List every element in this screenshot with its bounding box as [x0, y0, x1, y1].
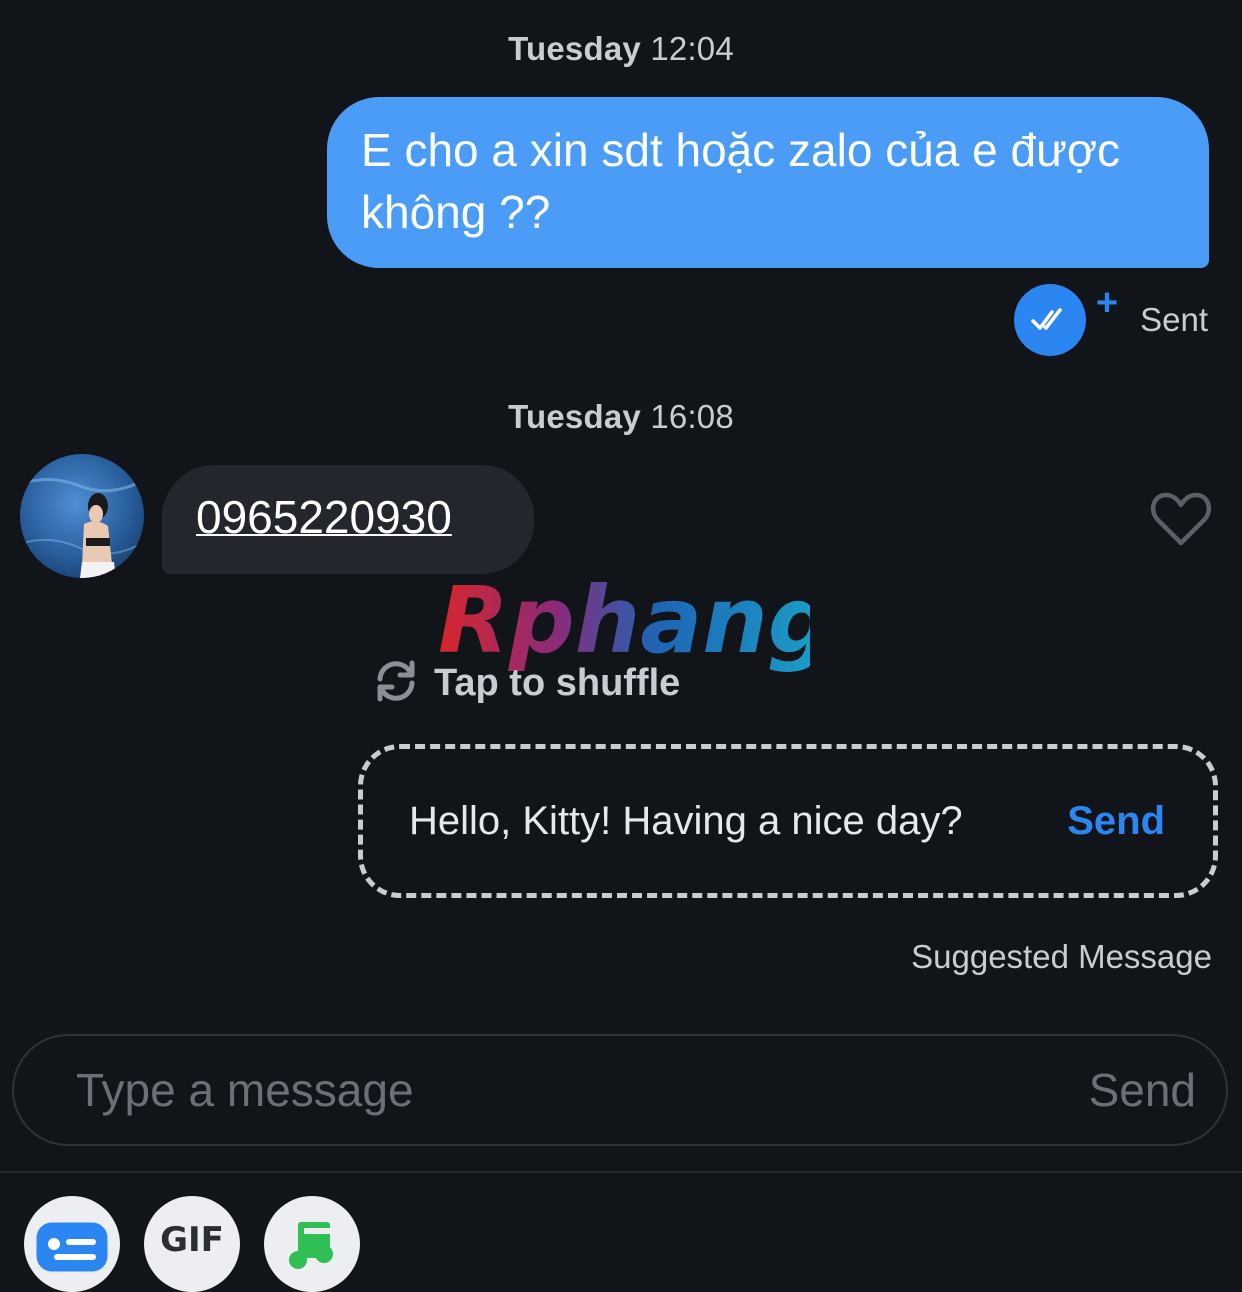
shuffle-label: Tap to shuffle — [434, 661, 681, 704]
send-button[interactable]: Send — [1089, 1063, 1196, 1117]
outgoing-message-text: E cho a xin sdt hoặc zalo của e được khô… — [361, 124, 1121, 238]
heart-icon[interactable] — [1150, 490, 1212, 548]
suggested-send-button[interactable]: Send — [1067, 799, 1165, 844]
timestamp-header: Tuesday 16:08 — [0, 398, 1242, 436]
toolbar-divider — [0, 1171, 1242, 1173]
outgoing-message-bubble[interactable]: E cho a xin sdt hoặc zalo của e được khô… — [327, 97, 1209, 268]
timestamp-time: 16:08 — [650, 398, 734, 435]
sent-status-label: Sent — [1140, 301, 1208, 338]
incoming-message-bubble[interactable]: 0965220930 — [162, 465, 534, 574]
plus-icon[interactable]: + — [1096, 284, 1118, 322]
chat-lines-icon — [24, 1222, 120, 1292]
gif-button[interactable]: GIF — [144, 1196, 240, 1292]
shuffle-button[interactable]: Tap to shuffle — [370, 656, 680, 710]
timestamp-header: Tuesday 12:04 — [0, 30, 1242, 68]
quick-reply-button[interactable] — [24, 1196, 120, 1292]
timestamp-time: 12:04 — [650, 30, 734, 67]
double-check-icon: + — [1014, 284, 1118, 356]
music-note-icon — [264, 1222, 360, 1292]
phone-number-link[interactable]: 0965220930 — [196, 491, 452, 543]
message-status: + Sent — [1014, 284, 1208, 356]
timestamp-day: Tuesday — [508, 398, 641, 435]
gif-icon: GIF — [160, 1220, 224, 1260]
message-composer: Send — [12, 1034, 1228, 1146]
suggested-message-card[interactable]: Hello, Kitty! Having a nice day? Send — [358, 744, 1218, 898]
suggested-message-text: Hello, Kitty! Having a nice day? — [409, 798, 963, 843]
avatar[interactable] — [20, 454, 144, 578]
message-input[interactable] — [74, 1062, 1089, 1118]
suggested-message-caption: Suggested Message — [911, 938, 1212, 975]
timestamp-day: Tuesday — [508, 30, 641, 67]
music-button[interactable] — [264, 1196, 360, 1292]
refresh-icon — [370, 655, 422, 712]
